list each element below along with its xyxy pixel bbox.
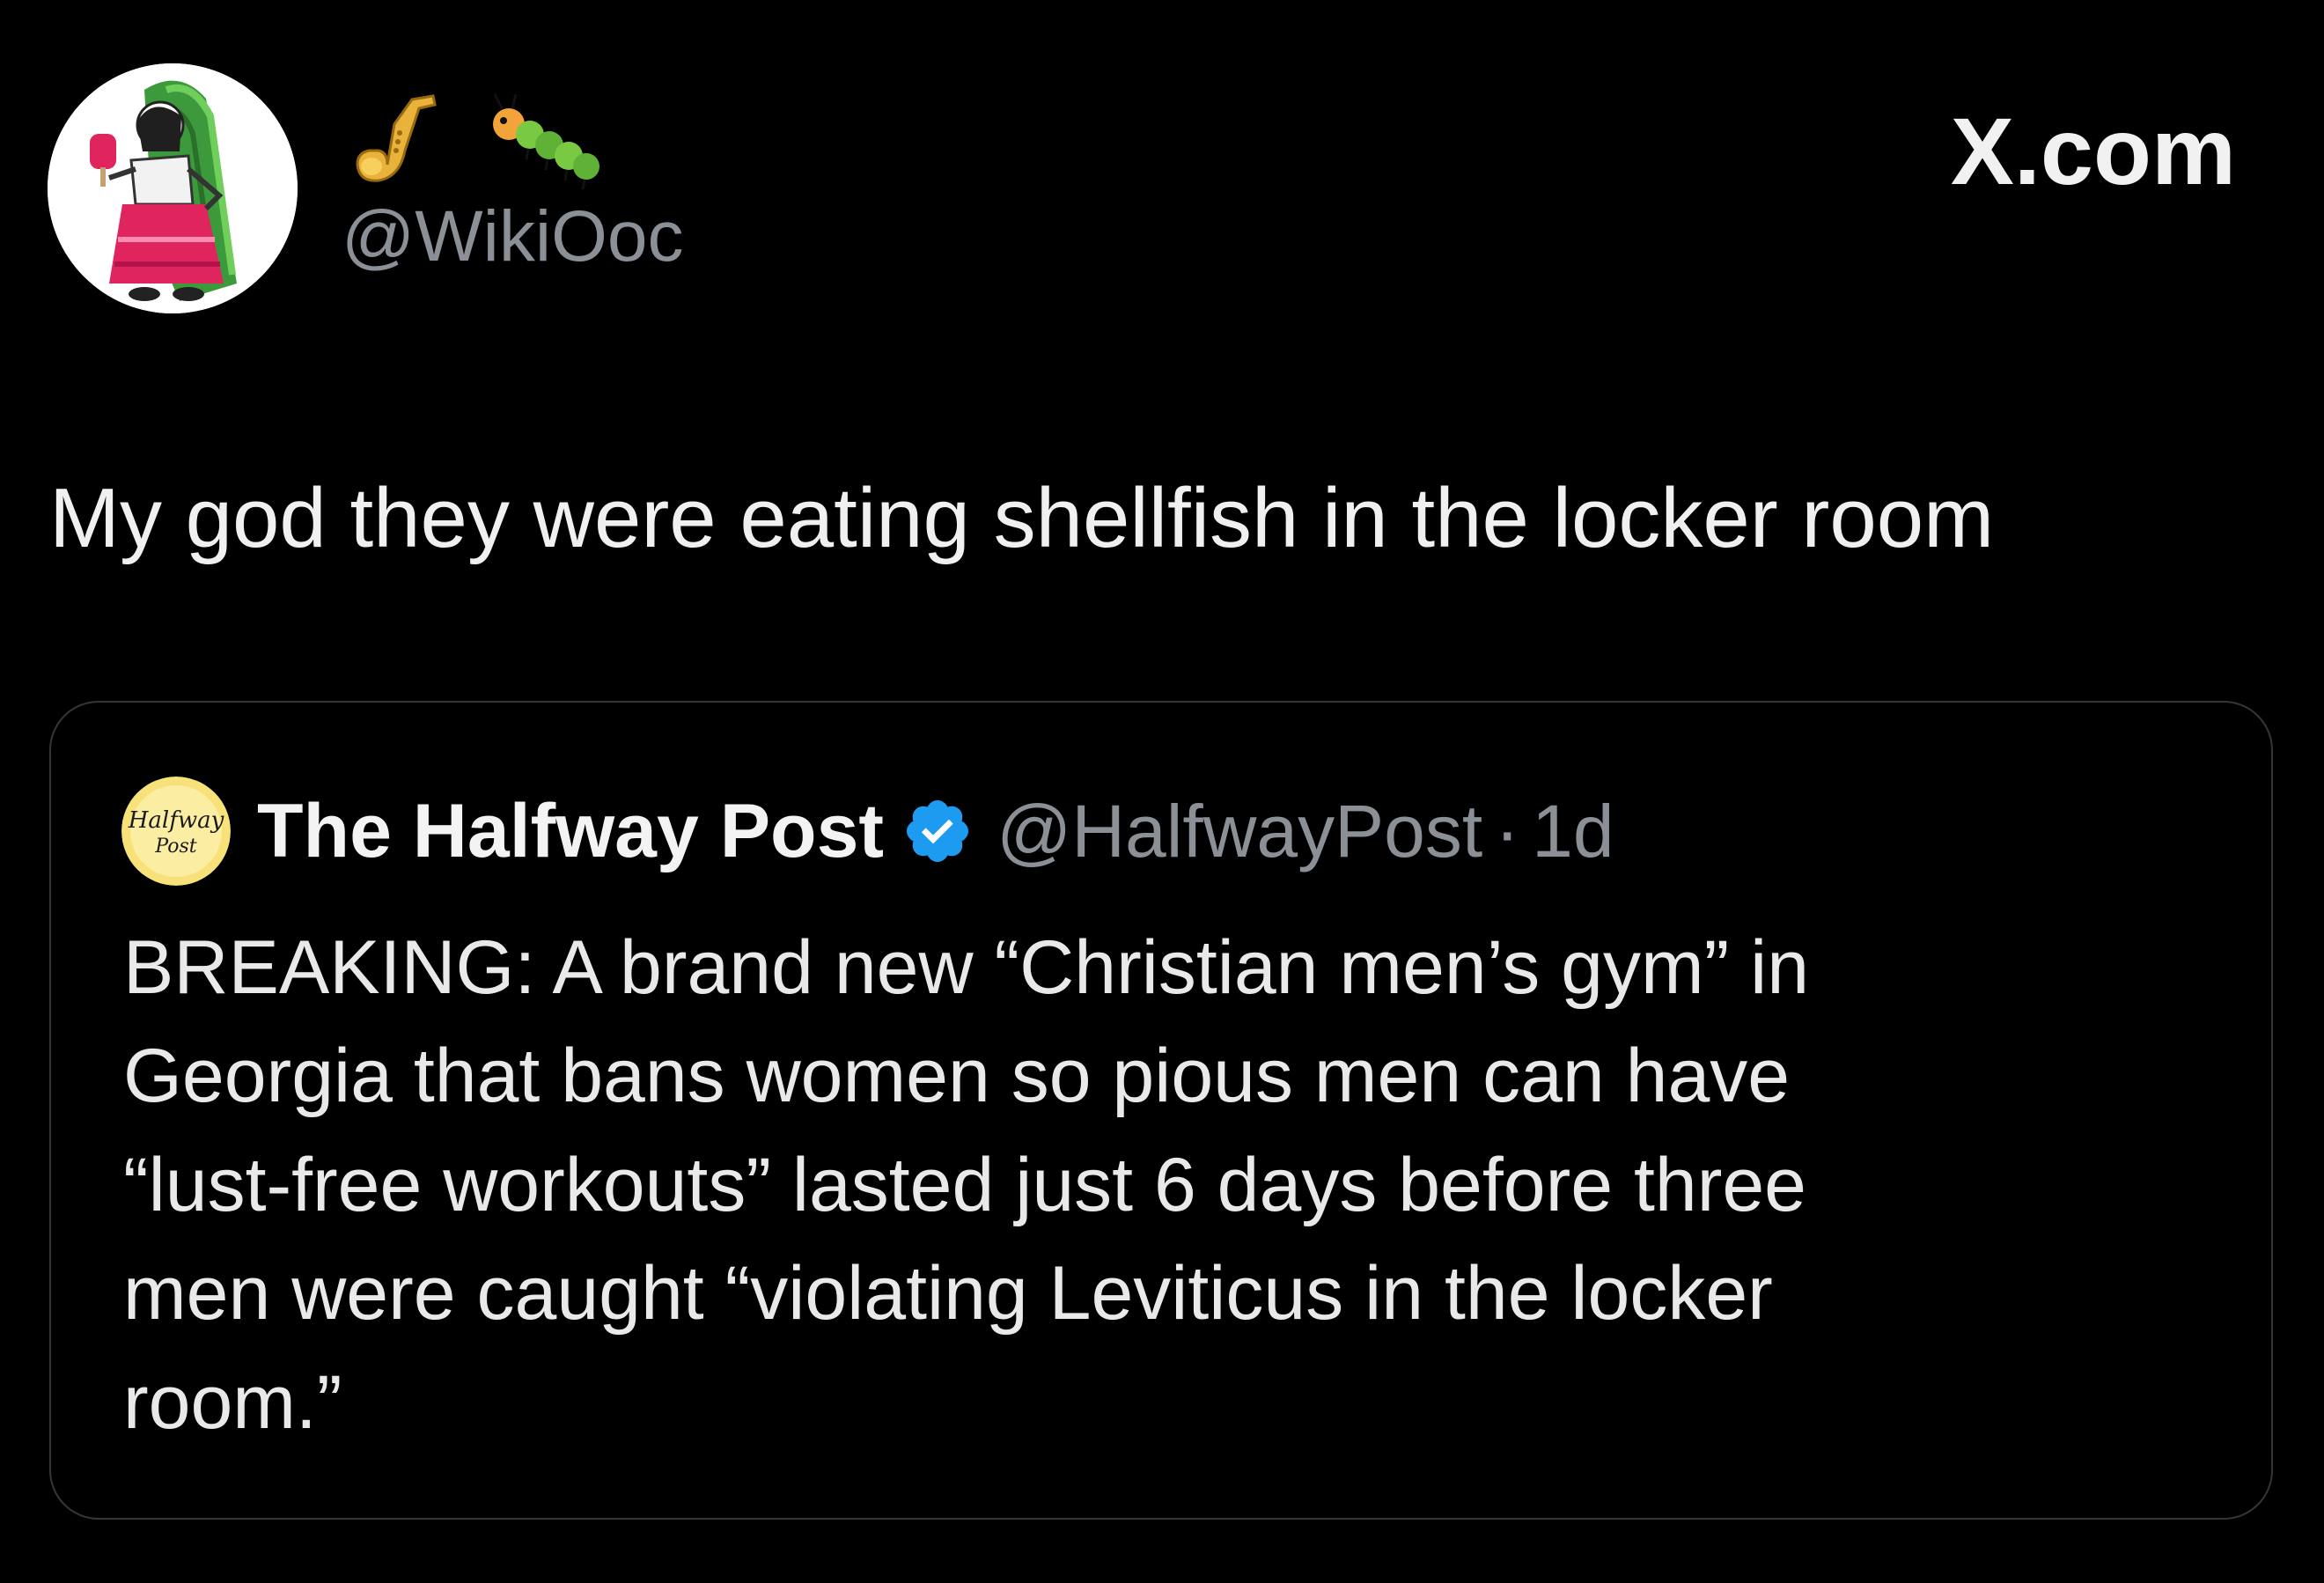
avatar-illustration (48, 63, 298, 313)
author-avatar[interactable] (48, 63, 298, 313)
verified-badge-icon (901, 795, 974, 867)
quoted-post-card[interactable]: Halfway Post The Halfway Post @HalfwayPo… (49, 701, 2273, 1520)
svg-text:Halfway: Halfway (128, 807, 224, 834)
quoted-post-line: men were caught “violating Leviticus in … (123, 1251, 1773, 1336)
quoted-post-line: room.” (123, 1359, 342, 1445)
halfway-post-logo: Halfway Post (121, 777, 231, 886)
author-handle[interactable]: @WikiOoc (342, 201, 683, 273)
post-text: My god they were eating shellfish in the… (49, 471, 1995, 565)
meta-separator: · (1495, 790, 1520, 872)
caterpillar-icon (484, 89, 607, 195)
quoted-author-handle[interactable]: @HalfwayPost (997, 794, 1482, 868)
quoted-post-line: Georgia that bans women so pious men can… (123, 1034, 1791, 1119)
svg-text:Post: Post (154, 836, 196, 858)
quoted-author-name[interactable]: The Halfway Post (257, 793, 884, 869)
quoted-post-line: BREAKING: A brand new “Christian men’s g… (123, 925, 1810, 1010)
saxophone-icon (343, 89, 449, 195)
quoted-post-line: “lust-free workouts” lasted just 6 days … (123, 1142, 1806, 1227)
quoted-post-timestamp[interactable]: 1d (1532, 794, 1614, 868)
quoted-post-body: BREAKING: A brand new “Christian men’s g… (123, 914, 2218, 1457)
quoted-post-header: Halfway Post The Halfway Post @HalfwayPo… (121, 777, 1614, 886)
display-name-emojis (343, 85, 607, 199)
site-label: X.com (1950, 98, 2236, 204)
quoted-author-avatar[interactable]: Halfway Post (121, 777, 231, 886)
